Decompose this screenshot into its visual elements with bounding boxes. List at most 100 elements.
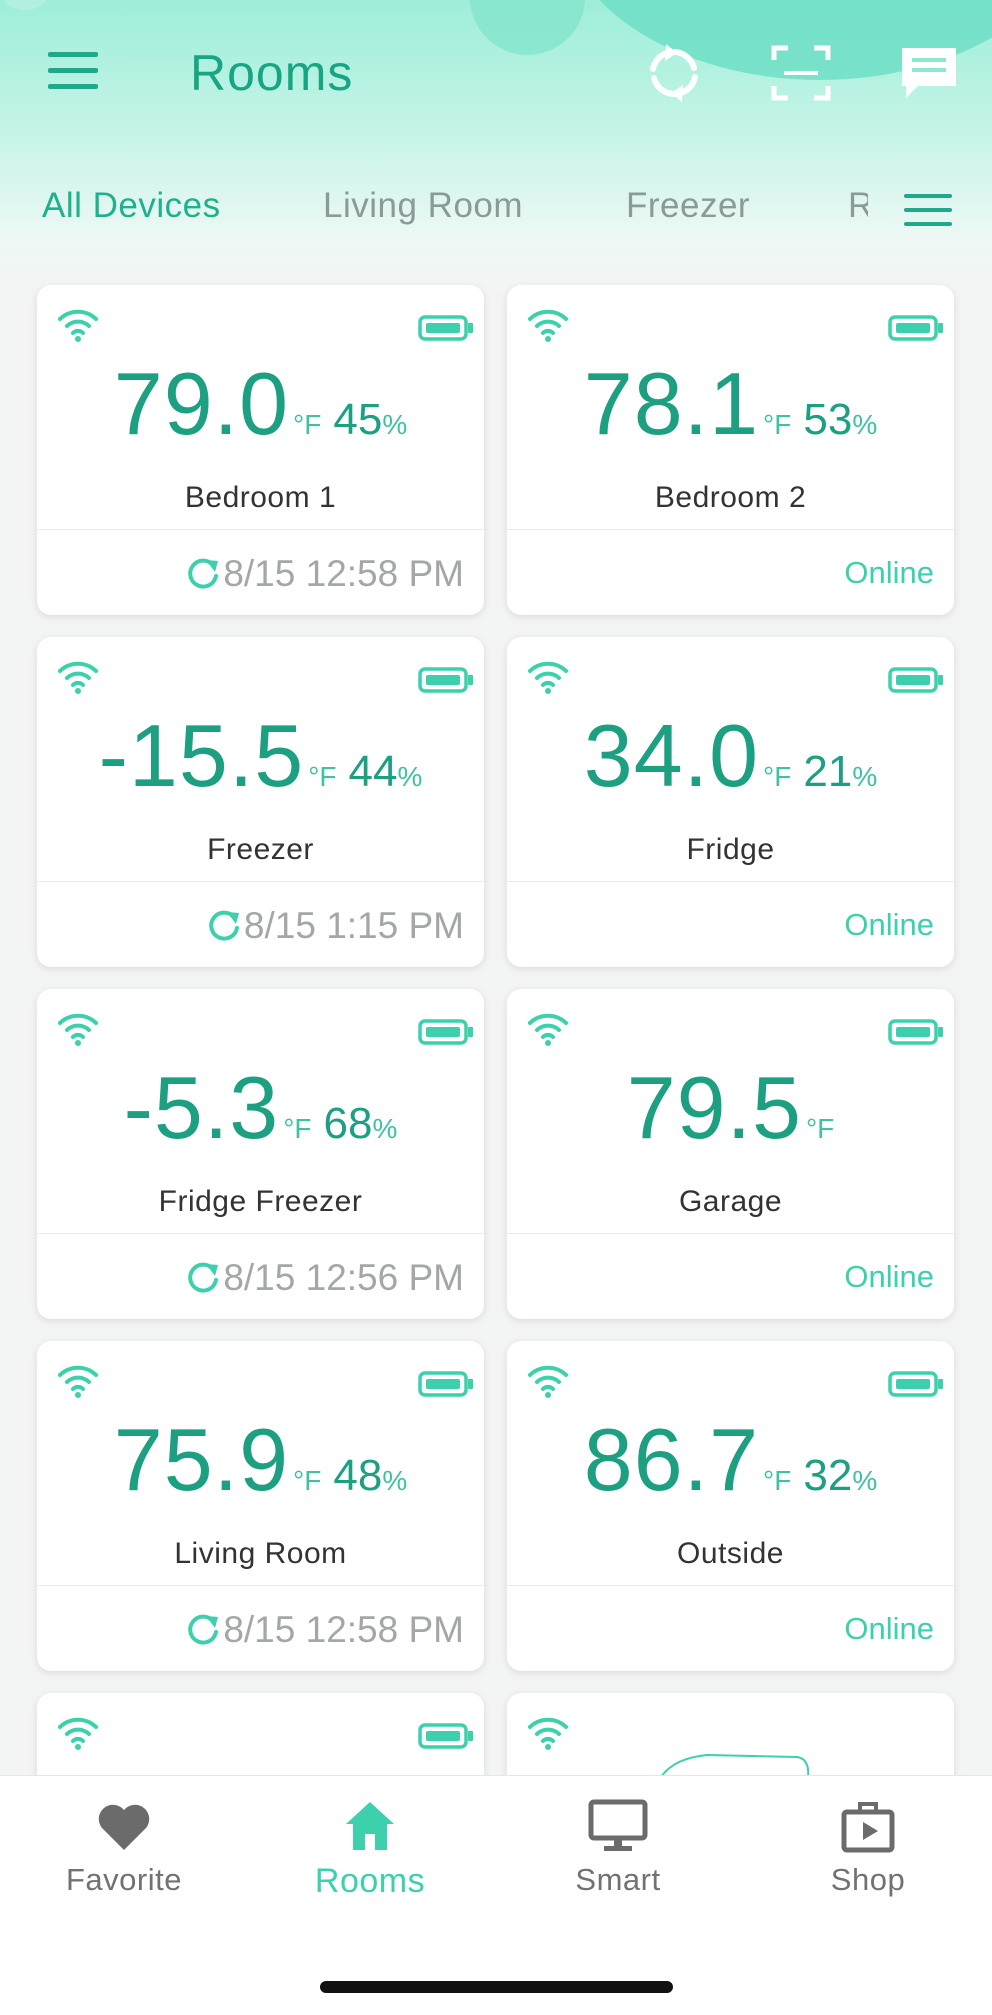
device-card-outside[interactable]: 86.7 °F 32% Outside Online (507, 1341, 954, 1671)
battery-icon (888, 1371, 944, 1397)
heart-icon (98, 1804, 150, 1850)
wifi-icon (57, 659, 99, 695)
wifi-icon (527, 1363, 569, 1399)
last-updated: 8/15 1:15 PM (206, 905, 464, 947)
bottom-nav: Favorite Rooms Smart Shop (0, 1775, 992, 2015)
nav-rooms[interactable]: Rooms (270, 1798, 470, 1908)
refresh-icon[interactable] (185, 1612, 223, 1648)
nav-rooms-label: Rooms (314, 1862, 426, 1900)
device-grid: 79.0 °F 45% Bedroom 1 8/15 12:58 PM 78.1 °F 53%… (0, 0, 992, 1775)
temperature-unit: °F (308, 761, 337, 792)
refresh-icon[interactable] (185, 1260, 223, 1296)
device-card-partial[interactable] (37, 1693, 484, 1775)
battery-icon (888, 667, 944, 693)
home-indicator (320, 1981, 673, 1993)
device-card-bedroom-1[interactable]: 79.0 °F 45% Bedroom 1 8/15 12:58 PM (37, 285, 484, 615)
humidity-value: 21 (803, 747, 853, 796)
humidity-value: 44 (348, 747, 398, 796)
humidity-unit: % (397, 761, 423, 792)
device-card-fridge-freezer[interactable]: -5.3 °F 68% Fridge Freezer 8/15 12:56 PM (37, 989, 484, 1319)
temperature-value: -15.5 (98, 706, 305, 805)
last-updated-time: 8/15 1:15 PM (243, 905, 464, 946)
temperature-unit: °F (763, 1465, 792, 1496)
monitor-icon (588, 1799, 648, 1851)
battery-icon (418, 667, 474, 693)
device-name: Outside (677, 1537, 784, 1570)
status-badge: Online (844, 555, 934, 590)
wifi-icon (527, 659, 569, 695)
humidity-value: 53 (803, 395, 853, 444)
divider (37, 881, 484, 882)
divider (507, 529, 954, 530)
humidity-value: 48 (333, 1451, 383, 1500)
nav-favorite[interactable]: Favorite (24, 1798, 224, 1908)
reading: 79.0 °F 45% (37, 353, 484, 455)
last-updated-time: 8/15 12:58 PM (223, 1609, 464, 1650)
reading: 86.7 °F 32% (507, 1409, 954, 1511)
device-card-fridge[interactable]: 34.0 °F 21% Fridge Online (507, 637, 954, 967)
device-name: Garage (678, 1185, 783, 1218)
humidity-value: 45 (333, 395, 383, 444)
home-icon (346, 1802, 394, 1850)
temperature-value: 79.5 (626, 1058, 802, 1157)
device-name: Bedroom 2 (654, 481, 807, 514)
last-updated: 8/15 12:58 PM (185, 1609, 464, 1651)
reading: 78.1 °F 53% (507, 353, 954, 455)
temperature-unit: °F (293, 409, 322, 440)
nav-smart[interactable]: Smart (518, 1798, 718, 1908)
temperature-value: 34.0 (583, 706, 760, 805)
wifi-icon (57, 1363, 99, 1399)
temperature-value: 78.1 (583, 354, 760, 453)
last-updated: 8/15 12:56 PM (185, 1257, 464, 1299)
shopping-bag-icon (841, 1802, 895, 1853)
humidity-unit: % (382, 409, 408, 440)
temperature-unit: °F (763, 761, 792, 792)
wifi-icon (527, 1715, 569, 1751)
battery-icon (418, 1371, 474, 1397)
wifi-icon (57, 1715, 99, 1751)
last-updated-time: 8/15 12:56 PM (223, 1257, 464, 1298)
temperature-unit: °F (805, 1113, 835, 1144)
divider (507, 1585, 954, 1586)
device-card-garage[interactable]: 79.5 °F Garage Online (507, 989, 954, 1319)
reading: 75.9 °F 48% (37, 1409, 484, 1511)
device-name: Living Room (174, 1537, 347, 1570)
refresh-icon[interactable] (185, 556, 223, 592)
battery-icon (888, 1019, 944, 1045)
battery-icon (418, 315, 474, 341)
status-badge: Online (844, 1259, 934, 1294)
reading: 34.0 °F 21% (507, 705, 954, 807)
nav-smart-label: Smart (575, 1862, 661, 1897)
reading: -15.5 °F 44% (37, 705, 484, 807)
temperature-unit: °F (283, 1113, 312, 1144)
device-card-bedroom-2[interactable]: 78.1 °F 53% Bedroom 2 Online (507, 285, 954, 615)
wifi-icon (527, 1011, 569, 1047)
battery-icon (418, 1019, 474, 1045)
device-card-partial[interactable] (507, 1693, 954, 1775)
humidity-unit: % (852, 761, 878, 792)
nav-shop[interactable]: Shop (768, 1798, 968, 1908)
hub-device-image (661, 1753, 810, 1775)
humidity-unit: % (852, 409, 878, 440)
reading: 79.5 °F (507, 1057, 954, 1159)
device-name: Freezer (207, 833, 314, 866)
device-card-living-room[interactable]: 75.9 °F 48% Living Room 8/15 12:58 PM (37, 1341, 484, 1671)
reading: -5.3 °F 68% (37, 1057, 484, 1159)
last-updated: 8/15 12:58 PM (185, 553, 464, 595)
temperature-value: 79.0 (113, 354, 290, 453)
device-name: Fridge Freezer (158, 1185, 363, 1218)
refresh-icon[interactable] (206, 908, 244, 944)
humidity-unit: % (852, 1465, 878, 1496)
temperature-value: 75.9 (113, 1410, 290, 1509)
last-updated-time: 8/15 12:58 PM (223, 553, 464, 594)
humidity-unit: % (382, 1465, 408, 1496)
divider (37, 529, 484, 530)
device-card-freezer[interactable]: -15.5 °F 44% Freezer 8/15 1:15 PM (37, 637, 484, 967)
humidity-value: 68 (323, 1099, 373, 1148)
wifi-icon (57, 307, 99, 343)
device-name: Bedroom 1 (184, 481, 337, 514)
humidity-unit: % (372, 1113, 398, 1144)
nav-favorite-label: Favorite (66, 1862, 182, 1897)
temperature-unit: °F (293, 1465, 322, 1496)
status-badge: Online (844, 907, 934, 942)
